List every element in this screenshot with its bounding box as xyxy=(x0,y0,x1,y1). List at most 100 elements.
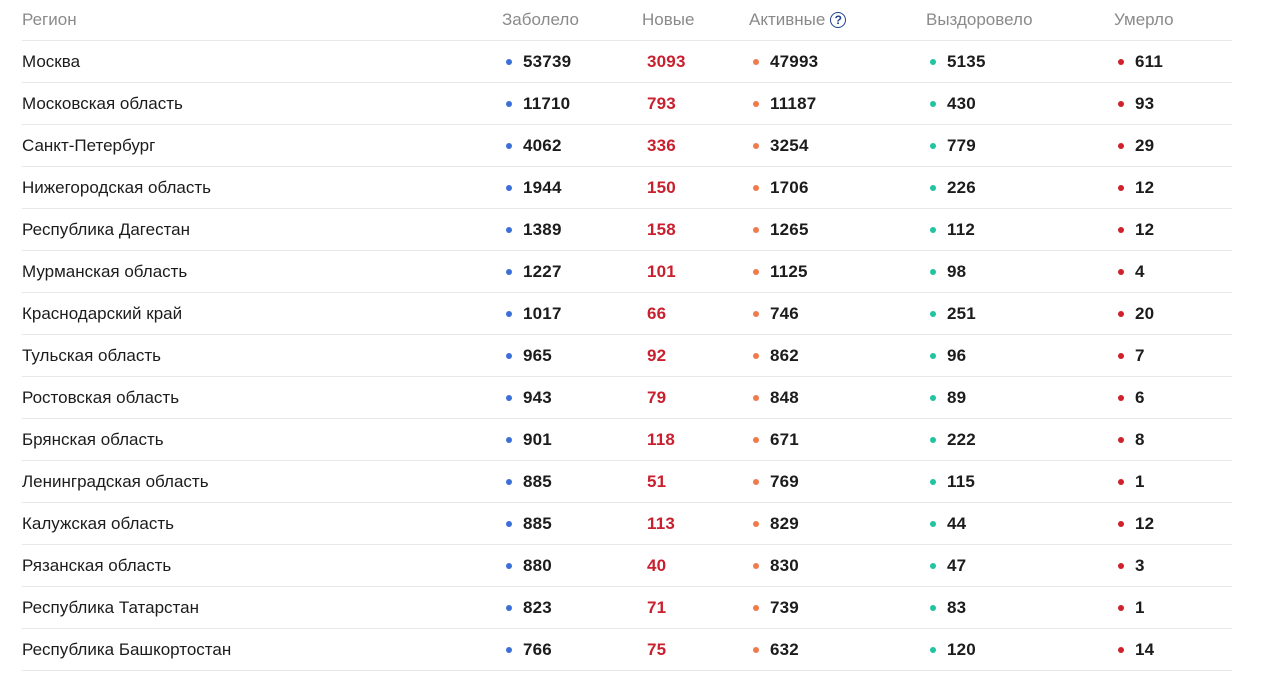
total-value: 880 xyxy=(523,555,552,575)
total-dot-icon xyxy=(506,520,512,527)
table-row[interactable]: Ростовская область 943 79 848 89 6 xyxy=(22,377,1232,419)
table-row[interactable]: Краснодарский край 1017 66 746 251 20 xyxy=(22,293,1232,335)
region-name: Республика Татарстан xyxy=(22,597,199,617)
new-value: 793 xyxy=(647,93,676,113)
column-header-deaths[interactable]: Умерло xyxy=(1114,0,1174,41)
deaths-dot-icon xyxy=(1118,478,1124,485)
table-row[interactable]: Нижегородская область 1944 150 1706 226 … xyxy=(22,167,1232,209)
active-value: 47993 xyxy=(770,51,819,71)
recovered-value: 120 xyxy=(947,639,976,659)
region-cell: Ленинградская область xyxy=(22,461,209,502)
recovered-value: 98 xyxy=(947,261,967,281)
total-dot-icon xyxy=(506,604,512,611)
active-value: 862 xyxy=(770,345,799,365)
active-cell: 746 xyxy=(753,293,799,334)
recovered-value: 89 xyxy=(947,387,967,407)
column-header-total[interactable]: Заболело xyxy=(502,0,579,41)
deaths-cell: 14 xyxy=(1118,629,1154,670)
total-dot-icon xyxy=(506,184,512,191)
active-cell: 769 xyxy=(753,461,799,502)
region-cell: Калужская область xyxy=(22,503,174,544)
total-cell: 1017 xyxy=(506,293,562,334)
table-row[interactable]: Брянская область 901 118 671 222 8 xyxy=(22,419,1232,461)
recovered-value: 779 xyxy=(947,135,976,155)
active-dot-icon xyxy=(753,646,759,653)
deaths-dot-icon xyxy=(1118,562,1124,569)
recovered-value: 5135 xyxy=(947,51,986,71)
new-cell: 3093 xyxy=(647,41,686,82)
region-name: Республика Башкортостан xyxy=(22,639,232,659)
help-icon[interactable]: ? xyxy=(830,12,847,28)
active-cell: 671 xyxy=(753,419,799,460)
active-cell: 830 xyxy=(753,545,799,586)
deaths-cell: 20 xyxy=(1118,293,1154,334)
table-row[interactable]: Калужская область 885 113 829 44 12 xyxy=(22,503,1232,545)
table-row[interactable]: Санкт-Петербург 4062 336 3254 779 29 xyxy=(22,125,1232,167)
deaths-cell: 29 xyxy=(1118,125,1154,166)
deaths-value: 93 xyxy=(1135,93,1155,113)
column-header-region[interactable]: Регион xyxy=(22,0,77,41)
table-row[interactable]: Московская область 11710 793 11187 430 9… xyxy=(22,83,1232,125)
deaths-value: 7 xyxy=(1135,345,1145,365)
new-value: 158 xyxy=(647,219,676,239)
active-cell: 3254 xyxy=(753,125,809,166)
region-cell: Республика Татарстан xyxy=(22,587,199,628)
column-header-new[interactable]: Новые xyxy=(642,0,694,41)
new-value: 3093 xyxy=(647,51,686,71)
deaths-value: 12 xyxy=(1135,219,1155,239)
active-value: 632 xyxy=(770,639,799,659)
new-cell: 71 xyxy=(647,587,666,628)
recovered-cell: 115 xyxy=(930,461,975,502)
table-row[interactable]: Мурманская область 1227 101 1125 98 4 xyxy=(22,251,1232,293)
table-row[interactable]: Республика Татарстан 823 71 739 83 1 xyxy=(22,587,1232,629)
table-row[interactable]: Рязанская область 880 40 830 47 3 xyxy=(22,545,1232,587)
deaths-cell: 93 xyxy=(1118,83,1154,124)
region-cell: Тульская область xyxy=(22,335,161,376)
active-value: 3254 xyxy=(770,135,809,155)
new-cell: 158 xyxy=(647,209,676,250)
total-dot-icon xyxy=(506,394,512,401)
active-dot-icon xyxy=(753,352,759,359)
region-name: Брянская область xyxy=(22,429,164,449)
column-header-recovered[interactable]: Выздоровело xyxy=(926,0,1033,41)
new-value: 101 xyxy=(647,261,676,281)
table-row[interactable]: Ленинградская область 885 51 769 115 1 xyxy=(22,461,1232,503)
new-value: 92 xyxy=(647,345,667,365)
deaths-value: 1 xyxy=(1135,597,1145,617)
active-value: 769 xyxy=(770,471,799,491)
recovered-cell: 98 xyxy=(930,251,966,292)
region-name: Тульская область xyxy=(22,345,161,365)
deaths-value: 20 xyxy=(1135,303,1155,323)
total-value: 901 xyxy=(523,429,552,449)
deaths-value: 3 xyxy=(1135,555,1145,575)
deaths-dot-icon xyxy=(1118,646,1124,653)
active-cell: 848 xyxy=(753,377,799,418)
active-cell: 1125 xyxy=(753,251,808,292)
total-dot-icon xyxy=(506,310,512,317)
total-dot-icon xyxy=(506,562,512,569)
active-value: 830 xyxy=(770,555,799,575)
total-cell: 823 xyxy=(506,587,552,628)
table-row[interactable]: Республика Дагестан 1389 158 1265 112 12 xyxy=(22,209,1232,251)
new-cell: 66 xyxy=(647,293,666,334)
recovered-cell: 251 xyxy=(930,293,976,334)
column-header-active[interactable]: Активные ? xyxy=(749,0,847,41)
active-value: 848 xyxy=(770,387,799,407)
region-name: Мурманская область xyxy=(22,261,188,281)
recovered-cell: 96 xyxy=(930,335,966,376)
table-row[interactable]: Москва 53739 3093 47993 5135 611 xyxy=(22,41,1232,83)
recovered-cell: 120 xyxy=(930,629,976,670)
active-cell: 632 xyxy=(753,629,799,670)
table-row[interactable]: Тульская область 965 92 862 96 7 xyxy=(22,335,1232,377)
region-cell: Краснодарский край xyxy=(22,293,182,334)
deaths-cell: 1 xyxy=(1118,587,1145,628)
recovered-cell: 89 xyxy=(930,377,966,418)
recovered-dot-icon xyxy=(930,184,936,191)
active-dot-icon xyxy=(753,142,759,149)
region-cell: Республика Дагестан xyxy=(22,209,190,250)
table-body: Москва 53739 3093 47993 5135 611 Московс… xyxy=(22,41,1232,671)
region-cell: Мурманская область xyxy=(22,251,187,292)
active-value: 1706 xyxy=(770,177,809,197)
table-row[interactable]: Республика Башкортостан 766 75 632 120 1… xyxy=(22,629,1232,671)
recovered-dot-icon xyxy=(930,436,936,443)
